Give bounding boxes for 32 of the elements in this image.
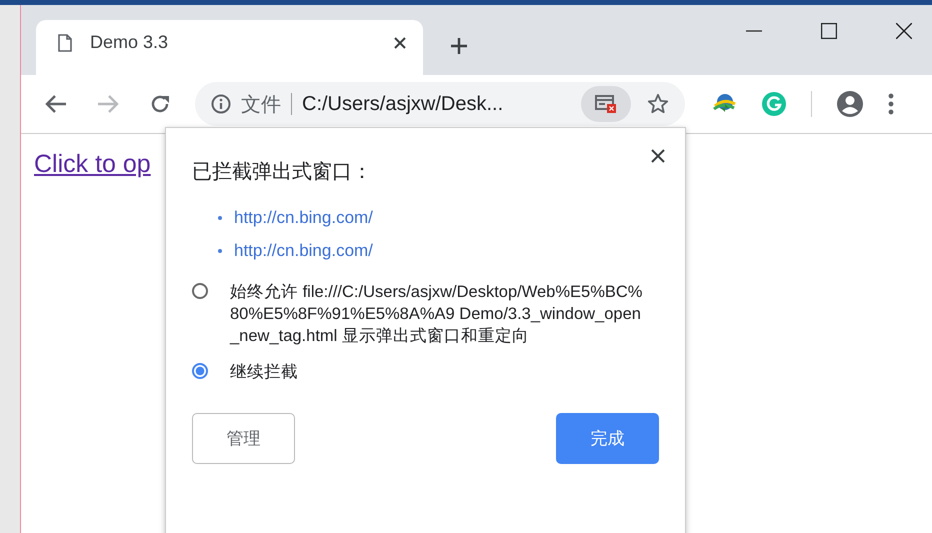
new-tab-icon[interactable] [450,37,468,55]
done-button[interactable]: 完成 [556,413,659,464]
bullet-icon [218,248,222,252]
radio-button[interactable] [192,363,208,379]
popup-link[interactable]: http://cn.bing.com/ [234,240,373,260]
close-icon[interactable] [393,36,407,50]
tab-title: Demo 3.3 [90,32,170,53]
option-label: 始终允许 file:///C:/Users/asjxw/Desktop/Web%E5%BC%80%E5%8F%91%E5%8A%A9 Demo/3.3_window_open_new_tag.html 显示弹出式窗口和重定向 [230,282,644,347]
browser-tab[interactable]: Demo 3.3 [36,20,423,75]
blocked-window-icon [595,94,617,114]
address-bar[interactable]: 文件 C:/Users/asjxw/Desk... [195,82,685,126]
manage-button[interactable]: 管理 [192,413,295,464]
close-icon[interactable] [651,149,665,163]
popup-link[interactable]: http://cn.bing.com/ [234,208,373,228]
back-icon[interactable] [45,94,67,114]
minimize-icon[interactable] [746,30,762,32]
close-icon[interactable] [896,23,912,39]
profile-icon[interactable] [836,90,864,118]
option-label: 继续拦截 [230,362,299,383]
bullet-icon [218,216,222,220]
reload-icon[interactable] [149,93,171,115]
radio-button[interactable] [192,283,208,299]
popup-blocked-button[interactable] [581,86,631,122]
info-icon[interactable] [211,94,231,114]
security-label: 文件 [241,92,281,118]
star-icon[interactable] [647,93,669,115]
document-icon [58,34,72,52]
menu-icon[interactable] [888,93,894,115]
dialog-title: 已拦截弹出式窗口： [192,160,373,185]
maximize-icon[interactable] [821,23,837,39]
page-link[interactable]: Click to op [34,150,151,179]
url-text: C:/Users/asjxw/Desk... [302,92,504,116]
